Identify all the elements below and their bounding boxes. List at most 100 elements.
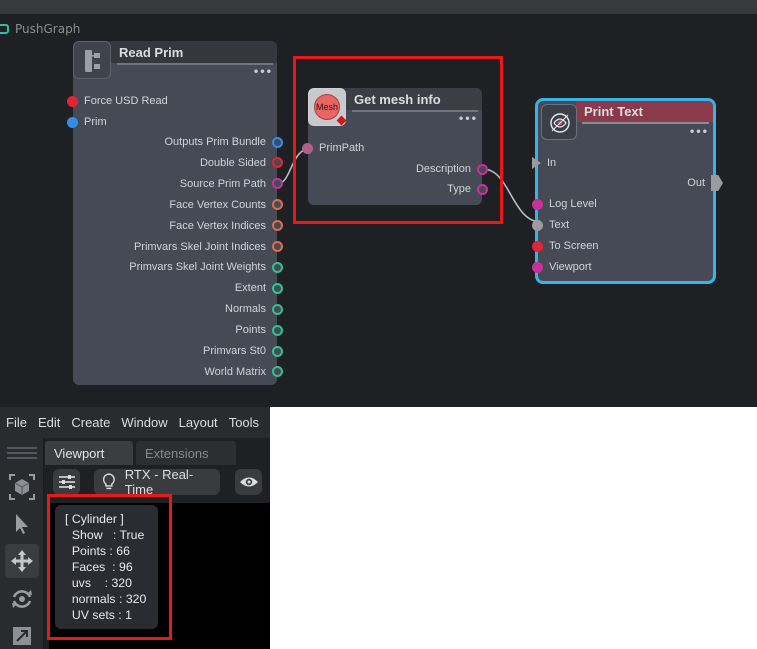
pin[interactable] — [272, 178, 283, 190]
top-strip — [0, 0, 757, 14]
menu-create[interactable]: Create — [65, 415, 115, 430]
header-divider — [117, 63, 273, 65]
viewport-tabs: Viewport Extensions — [45, 438, 270, 465]
node-menu-dots[interactable]: ••• — [689, 127, 708, 138]
tab-extensions-label: Extensions — [145, 445, 209, 461]
port-right[interactable]: Double Sided — [200, 155, 283, 171]
menu-layout[interactable]: Layout — [173, 415, 223, 430]
read-prim-icon — [73, 41, 111, 79]
settings-button[interactable] — [53, 469, 80, 495]
read-prim-node[interactable]: Read Prim ••• Force USD Read Prim Outputs … — [67, 41, 283, 385]
pin[interactable] — [272, 303, 283, 315]
pin[interactable] — [67, 95, 78, 107]
move-icon — [11, 550, 33, 572]
port-label: To Screen — [549, 240, 599, 252]
select-arrow-icon — [16, 514, 28, 534]
port-left[interactable]: Prim — [67, 114, 107, 130]
port-label: Normals — [225, 303, 266, 316]
print-text-icon — [541, 104, 577, 140]
port-right[interactable]: Primvars Skel Joint Weights — [129, 259, 283, 275]
header-divider — [582, 122, 709, 124]
port-right[interactable]: Source Prim Path — [180, 176, 283, 192]
port-label: Points — [235, 324, 266, 337]
pin[interactable] — [532, 261, 543, 273]
lightbulb-icon — [102, 473, 115, 490]
port-right[interactable]: Out — [687, 175, 723, 191]
port-right[interactable]: Primvars St0 — [203, 343, 283, 359]
tab-viewport-label: Viewport — [54, 445, 105, 461]
node-menu-dots[interactable]: ••• — [253, 67, 272, 78]
graph-tab[interactable]: PushGraph — [0, 20, 80, 38]
visibility-button[interactable] — [235, 469, 262, 495]
pin[interactable] — [532, 240, 543, 252]
exec-pin[interactable] — [532, 157, 541, 169]
port-right[interactable]: Face Vertex Indices — [169, 218, 283, 234]
port-right[interactable]: Face Vertex Counts — [169, 197, 283, 213]
pin[interactable] — [67, 116, 78, 128]
port-label: Prim — [84, 116, 107, 128]
port-left[interactable]: To Screen — [532, 238, 599, 254]
pin[interactable] — [532, 219, 543, 231]
port-left[interactable]: In — [532, 155, 556, 171]
pin[interactable] — [272, 220, 283, 232]
port-left[interactable]: Text — [532, 217, 569, 233]
select-tool[interactable] — [5, 507, 39, 541]
cube-tool[interactable] — [5, 470, 39, 504]
settings-sliders-icon — [58, 475, 75, 489]
menu-edit[interactable]: Edit — [32, 415, 65, 430]
print-text-node[interactable]: Print Text ••• In Log Level Text To Screen V… — [532, 98, 723, 284]
port-label: Out — [687, 177, 705, 189]
port-right[interactable]: Primvars Skel Joint Indices — [134, 239, 283, 255]
print-text-title: Print Text — [584, 104, 643, 119]
read-prim-title: Read Prim — [119, 45, 184, 60]
tab-extensions[interactable]: Extensions — [136, 441, 236, 465]
cube-icon — [9, 474, 35, 500]
graph-icon — [0, 24, 9, 34]
scale-icon — [13, 627, 31, 645]
move-tool[interactable] — [5, 544, 39, 578]
port-right[interactable]: Normals — [225, 301, 283, 317]
port-label: Outputs Prim Bundle — [164, 136, 267, 148]
highlight-box-info — [47, 494, 172, 640]
menu-window[interactable]: Window — [115, 415, 172, 430]
renderer-dropdown[interactable]: RTX - Real-Time — [94, 467, 220, 497]
left-toolbar — [0, 438, 44, 649]
port-left[interactable]: Viewport — [532, 259, 592, 275]
port-right[interactable]: Outputs Prim Bundle — [164, 134, 283, 150]
menu-tools[interactable]: Tools — [223, 415, 264, 430]
port-right[interactable]: Points — [235, 322, 283, 338]
tab-viewport[interactable]: Viewport — [45, 441, 133, 465]
rotate-tool[interactable] — [5, 582, 39, 616]
port-label: Primvars Skel Joint Weights — [129, 261, 266, 274]
pin[interactable] — [272, 199, 283, 211]
pin[interactable] — [272, 157, 283, 169]
pin[interactable] — [272, 324, 283, 336]
pin[interactable] — [272, 261, 283, 273]
menu-file[interactable]: File — [0, 415, 32, 430]
port-right[interactable]: World Matrix — [204, 364, 283, 380]
pin[interactable] — [272, 282, 283, 294]
pin[interactable] — [272, 345, 283, 357]
renderer-label: RTX - Real-Time — [124, 467, 194, 497]
rotate-icon — [12, 590, 32, 608]
port-label: Double Sided — [199, 156, 266, 169]
port-label: Source Prim Path — [179, 177, 266, 190]
highlight-box-mesh-node — [293, 56, 503, 224]
port-label: Primvars Skel Joint Indices — [133, 240, 266, 253]
port-label: Primvars St0 — [203, 345, 266, 357]
exec-out-pin[interactable] — [711, 175, 723, 191]
menu-bar: File Edit Create Window Layout Tools — [0, 407, 270, 438]
port-label: In — [547, 157, 557, 169]
port-left[interactable]: Force USD Read — [67, 93, 168, 109]
pin[interactable] — [532, 198, 543, 210]
node-graph-canvas[interactable]: PushGraph Read Prim ••• Force USD Read Pr… — [0, 0, 757, 407]
pin[interactable] — [272, 366, 283, 378]
pin[interactable] — [272, 241, 283, 252]
pin[interactable] — [272, 136, 283, 148]
port-left[interactable]: Log Level — [532, 196, 597, 212]
scale-tool[interactable] — [5, 619, 39, 649]
port-label: World Matrix — [204, 365, 266, 378]
toolbar-grip[interactable] — [7, 447, 37, 459]
port-right[interactable]: Extent — [235, 280, 283, 296]
port-label: Face Vertex Counts — [169, 198, 266, 211]
